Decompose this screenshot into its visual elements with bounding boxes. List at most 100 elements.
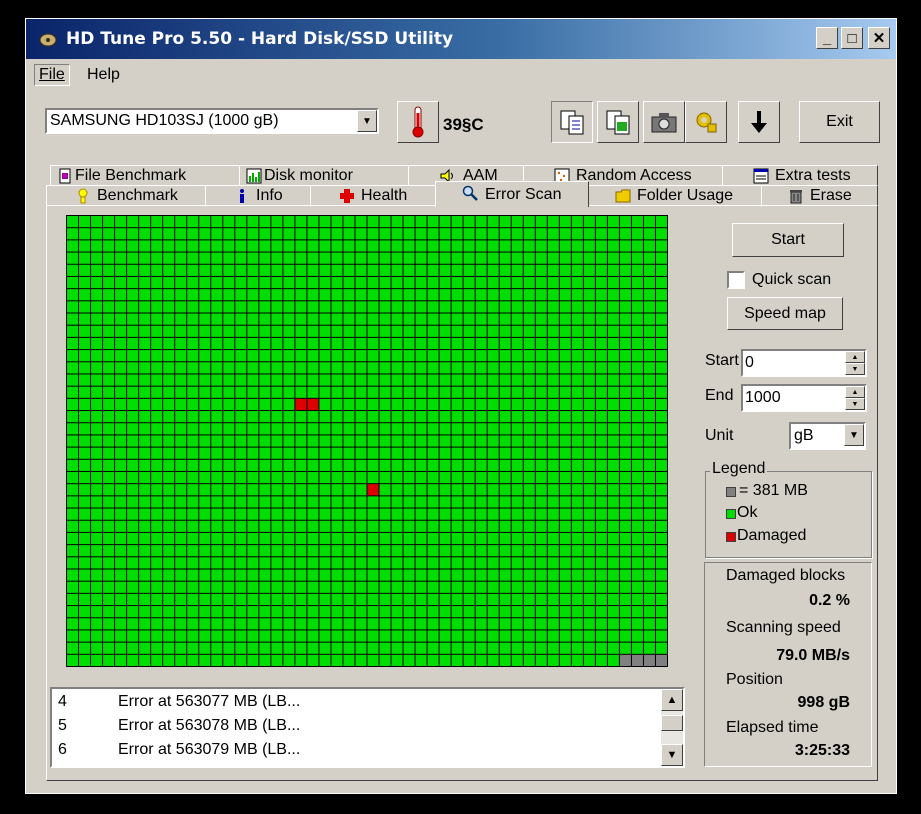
tab-file-benchmark[interactable]: File Benchmark [50,165,240,187]
title-bar[interactable]: HD Tune Pro 5.50 - Hard Disk/SSD Utility… [26,19,896,59]
drive-select[interactable]: SAMSUNG HD103SJ (1000 gB) ▼ [45,108,379,134]
quick-scan-checkbox[interactable] [727,271,745,289]
scan-block [463,252,475,264]
scan-block [163,398,175,411]
scan-block [391,350,403,362]
options-button[interactable] [685,101,727,143]
scan-block [547,337,559,350]
scan-block [307,325,319,337]
start-spinbox[interactable]: 0 ▲ ▼ [741,349,867,377]
scan-block [583,228,595,240]
tab-benchmark[interactable]: Benchmark [46,185,206,207]
scan-block [199,374,211,386]
scan-block [535,325,547,337]
scan-block [511,447,523,459]
spin-down-icon[interactable]: ▼ [845,363,865,375]
error-log-list[interactable]: 4 Error at 563077 MB (LB... 5 Error at 5… [50,687,685,768]
tab-health[interactable]: Health [310,185,436,207]
scan-block [295,313,307,325]
scan-block [643,350,655,362]
quick-scan-label[interactable]: Quick scan [752,271,831,289]
scan-block [607,484,619,496]
scan-block [175,289,187,301]
scan-block [547,557,559,569]
scan-block [463,618,475,630]
tab-info[interactable]: Info [205,185,311,207]
scan-block [331,228,343,240]
scroll-down-icon[interactable]: ▼ [661,744,683,766]
scan-block [631,386,643,398]
scan-block [259,337,271,350]
tab-erase[interactable]: Erase [761,185,878,207]
log-scrollbar[interactable]: ▲ ▼ [661,689,683,766]
scan-block [247,216,259,228]
scan-block [139,618,151,630]
spin-up-icon[interactable]: ▲ [845,351,865,363]
scan-block [559,289,571,301]
scan-block [391,642,403,654]
scroll-thumb[interactable] [661,715,683,731]
exit-button[interactable]: Exit [799,101,880,143]
camera-button[interactable] [643,101,685,143]
unit-select[interactable]: gB ▼ [789,422,866,450]
minimize-button[interactable]: _ [816,27,838,49]
copy-info-button[interactable] [551,101,593,143]
scan-block [259,386,271,398]
maximize-button[interactable]: □ [841,27,863,49]
scan-block [391,264,403,276]
scan-block [439,484,451,496]
chevron-down-icon[interactable]: ▼ [357,110,377,132]
scan-block [499,484,511,496]
scan-block [511,276,523,289]
scan-block [319,569,331,581]
start-scan-button[interactable]: Start [732,223,844,257]
tab-error-scan[interactable]: Error Scan [435,181,589,207]
scan-block [175,264,187,276]
scan-block [115,386,127,398]
save-button[interactable] [738,101,780,143]
scan-block [523,545,535,557]
scan-block [91,545,103,557]
chevron-down-icon[interactable]: ▼ [844,424,864,446]
scan-block [319,313,331,325]
scan-block [187,350,199,362]
scan-block [247,264,259,276]
end-spinbox[interactable]: 1000 ▲ ▼ [741,384,867,412]
menu-help[interactable]: Help [82,66,125,84]
tab-disk-monitor[interactable]: Disk monitor [239,165,409,187]
scan-block [403,228,415,240]
menu-file[interactable]: File [34,64,70,86]
spin-up-icon[interactable]: ▲ [845,386,865,398]
spin-down-icon[interactable]: ▼ [845,398,865,410]
scroll-up-icon[interactable]: ▲ [661,689,683,711]
scan-block [391,606,403,618]
tab-folder-usage[interactable]: Folder Usage [588,185,762,207]
scan-block [619,459,631,471]
scan-block [247,484,259,496]
scan-block [307,532,319,545]
scan-block [199,569,211,581]
scan-block [103,581,115,593]
tab-extra-tests[interactable]: Extra tests [722,165,878,187]
scan-block [547,459,559,471]
copy-screenshot-button[interactable] [597,101,639,143]
thermometer-button[interactable] [397,101,439,143]
scan-block [547,276,559,289]
scan-block [583,325,595,337]
scan-block [247,337,259,350]
scan-block [487,325,499,337]
scan-block [151,313,163,325]
scan-block [127,386,139,398]
scan-block [115,642,127,654]
close-button[interactable]: ✕ [868,27,890,49]
scan-block [295,520,307,532]
scan-block [67,313,79,325]
scan-block [631,350,643,362]
scan-block [427,264,439,276]
scan-block [283,581,295,593]
scan-block [79,228,91,240]
speed-map-button[interactable]: Speed map [727,297,843,330]
scan-block [67,362,79,374]
scan-block [283,508,295,520]
scan-block [559,423,571,435]
